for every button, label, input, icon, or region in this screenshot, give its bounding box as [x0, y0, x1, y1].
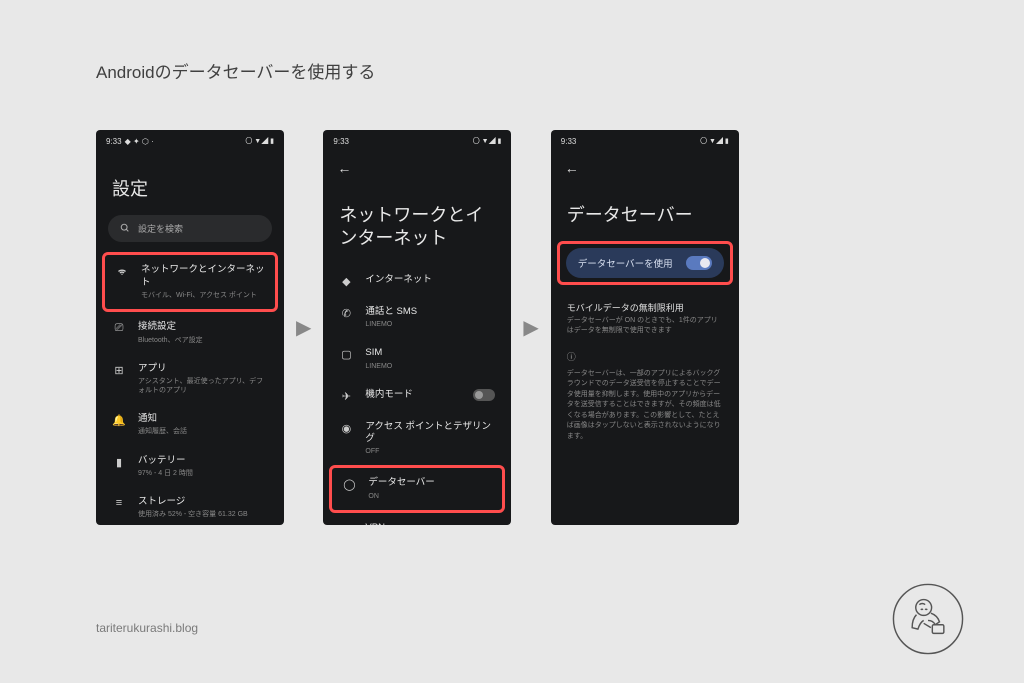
highlight-toggle: データセーバーを使用 [557, 241, 733, 285]
wifi-icon [115, 265, 129, 280]
back-button[interactable]: ← [337, 160, 351, 176]
sim-icon: ▢ [339, 348, 353, 361]
phone-settings: 9:33 ◆ ✦ ⬡ · 〇 ▼◢ ▮ 設定 設定を検索 ネットワークとイ [96, 130, 284, 525]
settings-item-connections[interactable]: ⎚ 接続設定 Bluetooth、ペア設定 [108, 312, 272, 353]
network-item-internet[interactable]: ◆ インターネット [335, 265, 499, 297]
item-sub: Bluetooth、ペア設定 [138, 336, 268, 345]
bell-icon: 🔔 [112, 414, 126, 427]
item-title: VPN [365, 522, 495, 525]
item-title: アクセス ポイントとテザリング [365, 421, 495, 446]
phone-row: 9:33 ◆ ✦ ⬡ · 〇 ▼◢ ▮ 設定 設定を検索 ネットワークとイ [96, 130, 739, 525]
item-sub: モバイル、Wi-Fi、アクセス ポイント [141, 291, 265, 300]
screen-title: データセーバー [563, 176, 727, 241]
status-icons-right: 〇 ▼◢ ▮ [700, 136, 729, 146]
network-item-hotspot[interactable]: ◉ アクセス ポイントとテザリング OFF [335, 412, 499, 466]
footer-credit: tariterukurashi.blog [96, 621, 198, 635]
storage-icon: ≡ [112, 497, 126, 509]
item-title: 接続設定 [138, 321, 268, 333]
battery-icon: ▮ [112, 456, 126, 469]
settings-item-network[interactable]: ネットワークとインターネット モバイル、Wi-Fi、アクセス ポイント [107, 257, 273, 307]
network-item-airplane[interactable]: ✈ 機内モード [335, 380, 499, 412]
datasaver-toggle-row[interactable]: データセーバーを使用 [566, 248, 724, 278]
screen-title: ネットワークとインターネット [335, 176, 499, 265]
status-icons-left: ◆ ✦ ⬡ · [125, 137, 154, 146]
apps-icon: ⊞ [112, 364, 126, 377]
item-sub: 通知履歴、会話 [138, 427, 268, 436]
unrestricted-title[interactable]: モバイルデータの無制限利用 [563, 285, 727, 316]
status-time: 9:33 [333, 137, 349, 146]
search-input[interactable]: 設定を検索 [108, 215, 272, 242]
settings-item-notifications[interactable]: 🔔 通知 通知履歴、会話 [108, 404, 272, 445]
item-sub: 使用済み 52% - 空き容量 61.32 GB [138, 510, 268, 519]
settings-item-battery[interactable]: ▮ バッテリー 97% - 4 日 2 時間 [108, 446, 272, 487]
item-sub: アシスタント、最近使ったアプリ、デフォルトのアプリ [138, 377, 268, 395]
settings-item-apps[interactable]: ⊞ アプリ アシスタント、最近使ったアプリ、デフォルトのアプリ [108, 354, 272, 405]
item-title: ネットワークとインターネット [141, 264, 265, 289]
toggle-switch[interactable] [686, 256, 712, 270]
wifi-icon: ◆ [339, 275, 353, 288]
highlight-network: ネットワークとインターネット モバイル、Wi-Fi、アクセス ポイント [102, 252, 278, 312]
item-title: 通知 [138, 413, 268, 425]
item-sub: ON [368, 492, 492, 501]
plane-icon: ✈ [339, 390, 353, 403]
article-title: Androidのデータセーバーを使用する [96, 58, 375, 83]
phone-icon: ✆ [339, 307, 353, 320]
devices-icon: ⎚ [112, 322, 126, 335]
item-title: インターネット [365, 274, 495, 286]
item-title: 機内モード [365, 389, 461, 401]
network-item-datasaver[interactable]: ◯ データセーバー ON [334, 470, 500, 507]
item-sub: LINEMO [365, 320, 495, 329]
search-icon [120, 223, 130, 235]
status-bar: 9:33 ◆ ✦ ⬡ · 〇 ▼◢ ▮ [96, 130, 284, 150]
item-title: ストレージ [138, 496, 268, 508]
network-item-calls[interactable]: ✆ 通話と SMS LINEMO [335, 297, 499, 338]
item-title: バッテリー [138, 455, 268, 467]
status-bar: 9:33 〇 ▼◢ ▮ [551, 130, 739, 150]
network-item-sim[interactable]: ▢ SIM LINEMO [335, 338, 499, 379]
screen-title: 設定 [108, 150, 272, 215]
status-bar: 9:33 〇 ▼◢ ▮ [323, 130, 511, 150]
info-text: データセーバーは、一部のアプリによるバックグラウンドでのデータ送受信を停止するこ… [563, 369, 727, 443]
status-icons-right: 〇 ▼◢ ▮ [245, 136, 274, 146]
item-sub: 97% - 4 日 2 時間 [138, 469, 268, 478]
item-sub: LINEMO [365, 362, 495, 371]
info-icon: ⓘ [563, 336, 727, 369]
hotspot-icon: ◉ [339, 422, 353, 435]
vpn-icon: ⎔ [339, 523, 353, 525]
item-title: データセーバー [368, 477, 492, 489]
arrow-icon: ▶ [523, 315, 538, 340]
status-time: 9:33 [106, 137, 122, 146]
airplane-toggle[interactable] [473, 389, 495, 401]
phone-network: 9:33 〇 ▼◢ ▮ ← ネットワークとインターネット ◆ インターネット ✆… [323, 130, 511, 525]
back-button[interactable]: ← [565, 160, 579, 176]
status-icons-right: 〇 ▼◢ ▮ [473, 136, 502, 146]
item-title: SIM [365, 347, 495, 359]
toggle-label: データセーバーを使用 [578, 256, 673, 270]
item-sub: OFF [365, 447, 495, 456]
datasaver-icon: ◯ [342, 478, 356, 491]
item-title: 通話と SMS [365, 306, 495, 318]
status-time: 9:33 [561, 137, 577, 146]
item-title: アプリ [138, 363, 268, 375]
phone-datasaver: 9:33 〇 ▼◢ ▮ ← データセーバー データセーバーを使用 モバイルデータ… [551, 130, 739, 525]
arrow-icon: ▶ [296, 315, 311, 340]
highlight-datasaver: ◯ データセーバー ON [329, 465, 505, 512]
network-item-vpn[interactable]: ⎔ VPN なし [335, 513, 499, 525]
unrestricted-sub: データセーバーが ON のときでも、1件のアプリはデータを無制限で使用できます [563, 316, 727, 336]
settings-item-storage[interactable]: ≡ ストレージ 使用済み 52% - 空き容量 61.32 GB [108, 487, 272, 525]
blog-logo [892, 583, 964, 655]
search-placeholder: 設定を検索 [138, 222, 183, 235]
